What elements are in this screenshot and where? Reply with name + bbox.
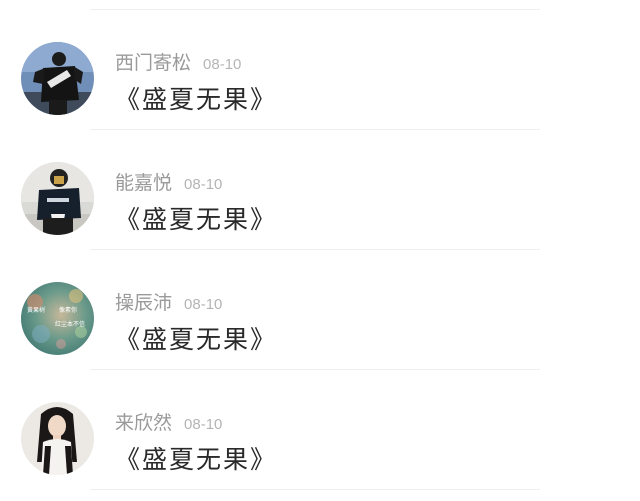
avatar[interactable] [21, 162, 94, 235]
avatar-image [21, 402, 94, 475]
comment-meta: 西门寄松 08-10 [115, 48, 241, 74]
comment-meta: 来欣然 08-10 [115, 408, 222, 434]
avatar-caption: 红尘本不信 [55, 320, 85, 328]
username[interactable]: 能嘉悦 [115, 172, 172, 194]
date-label: 08-10 [184, 416, 223, 433]
comment-text: 《盛夏无果》 [115, 445, 278, 474]
divider [90, 489, 540, 490]
username[interactable]: 操辰沛 [115, 292, 172, 314]
avatar-image [21, 42, 94, 115]
avatar[interactable]: 黄果树 像素你 红尘本不信 [21, 282, 94, 355]
list-item[interactable]: 西门寄松 08-10 《盛夏无果》 [0, 10, 640, 130]
avatar-image: 黄果树 像素你 红尘本不信 [21, 282, 94, 355]
avatar-caption: 黄果树 [27, 306, 45, 314]
avatar-caption: 像素你 [59, 306, 77, 314]
date-label: 08-10 [203, 56, 242, 73]
username[interactable]: 来欣然 [115, 412, 172, 434]
avatar-image [21, 162, 94, 235]
date-label: 08-10 [184, 296, 223, 313]
comment-meta: 能嘉悦 08-10 [115, 168, 222, 194]
avatar[interactable] [21, 42, 94, 115]
list-item[interactable]: 能嘉悦 08-10 《盛夏无果》 [0, 130, 640, 250]
comment-text: 《盛夏无果》 [115, 85, 278, 114]
date-label: 08-10 [184, 176, 223, 193]
comment-text: 《盛夏无果》 [115, 325, 278, 354]
avatar[interactable] [21, 402, 94, 475]
list-item[interactable]: 来欣然 08-10 《盛夏无果》 [0, 370, 640, 490]
username[interactable]: 西门寄松 [115, 52, 191, 74]
list-item[interactable]: 黄果树 像素你 红尘本不信 操辰沛 08-10 《盛夏无果》 [0, 250, 640, 370]
comment-feed: 西门寄松 08-10 《盛夏无果》 能嘉悦 08-10 《盛夏无果》 黄果树 像… [0, 0, 640, 501]
comment-meta: 操辰沛 08-10 [115, 288, 222, 314]
comment-text: 《盛夏无果》 [115, 205, 278, 234]
